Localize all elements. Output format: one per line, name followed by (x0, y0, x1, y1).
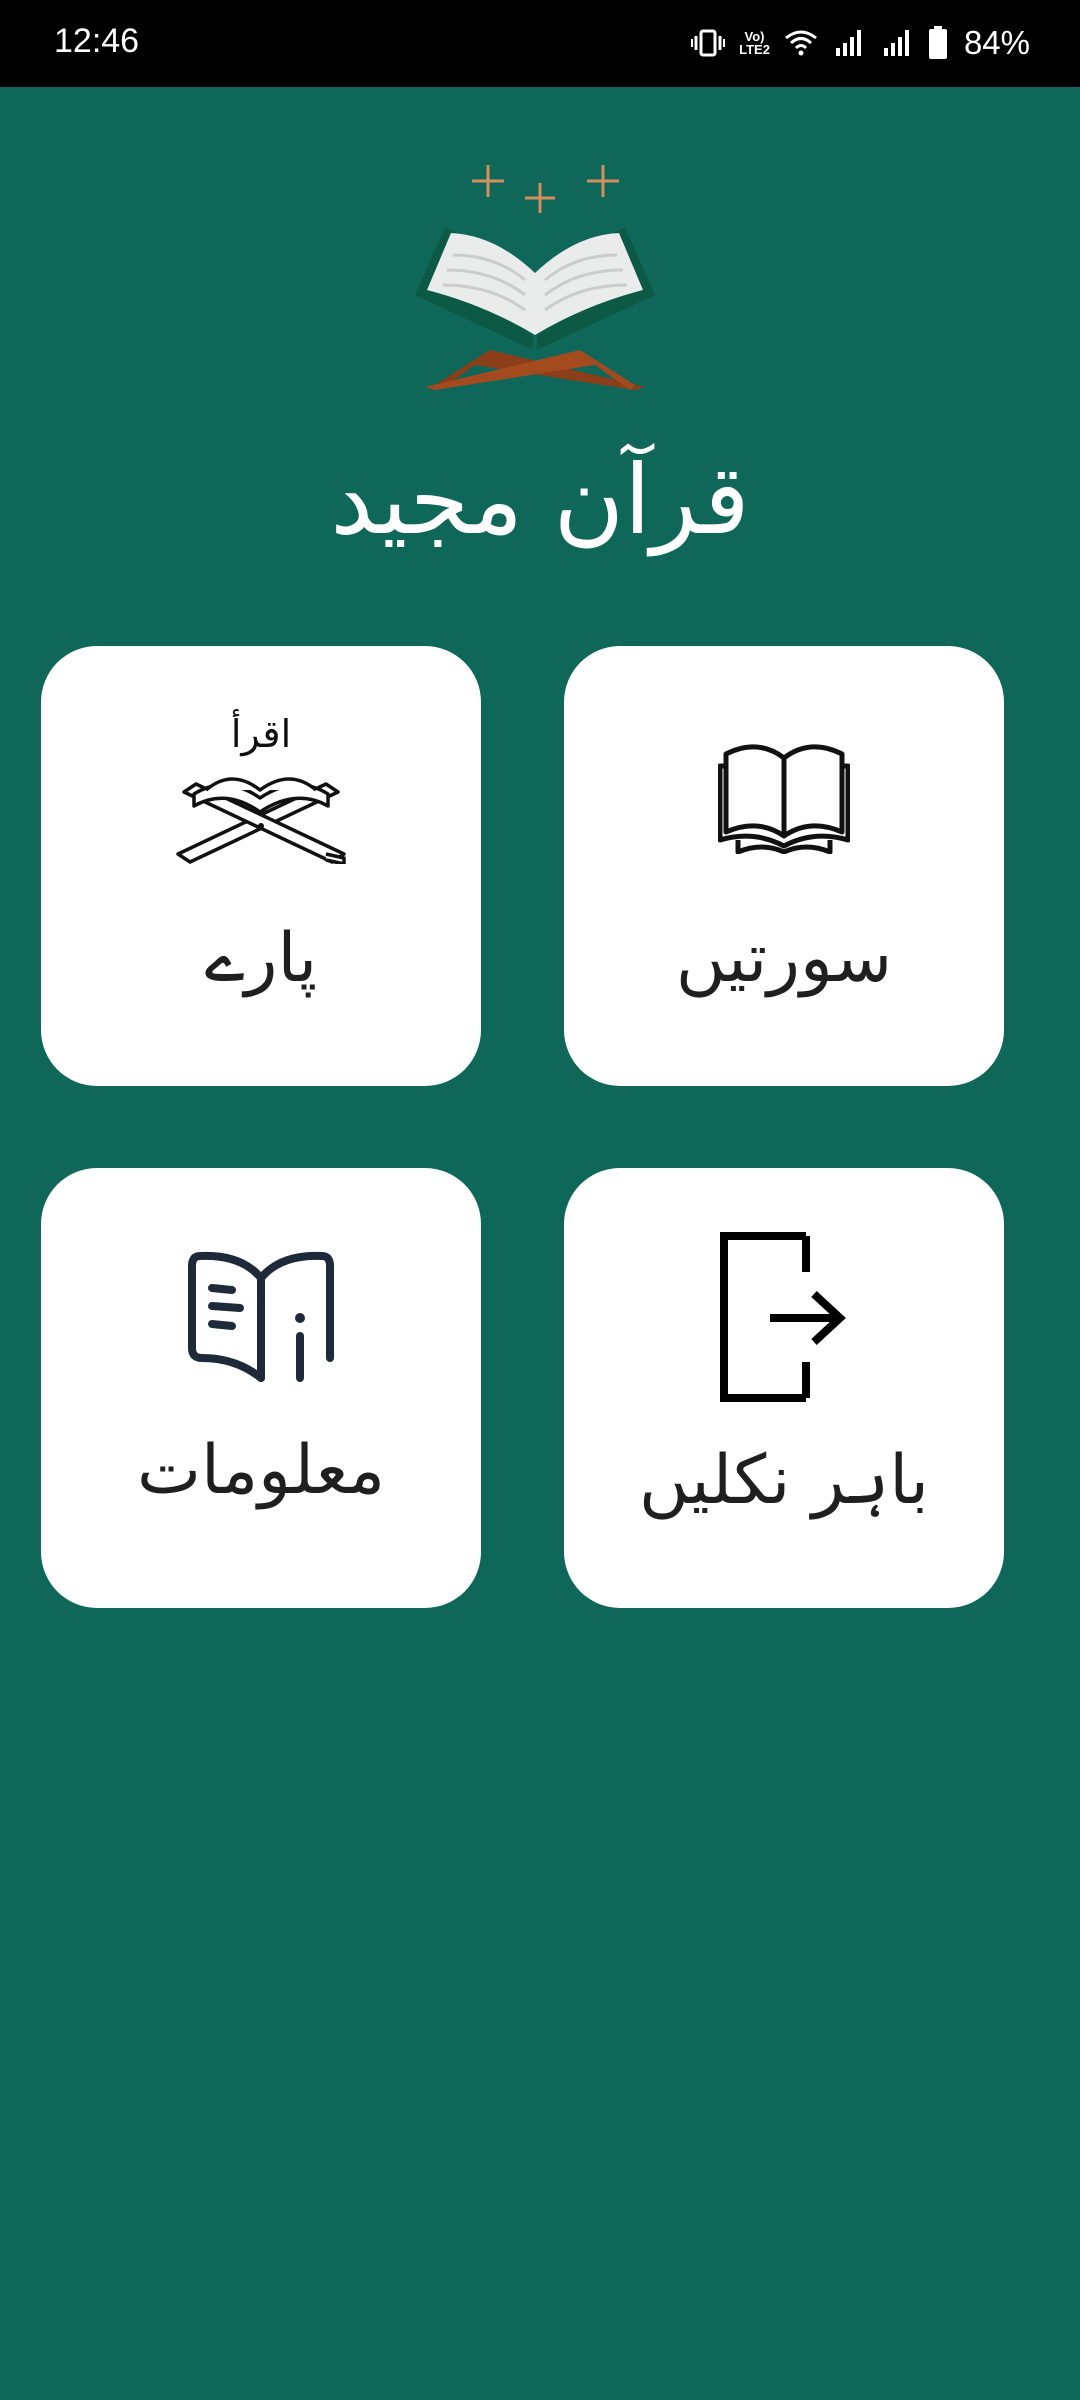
volte-icon: Vo) LTE2 (739, 29, 770, 57)
surahs-button[interactable]: سورتیں (564, 646, 1004, 1086)
paras-label: پارے (204, 919, 318, 998)
paras-button[interactable]: اقرأ پارے (41, 646, 481, 1086)
iqra-quran-stand-icon: اقرأ (41, 714, 481, 864)
quran-book-on-stand-icon (405, 155, 665, 405)
info-button[interactable]: معلومات (41, 1168, 481, 1608)
open-book-icon (564, 736, 1004, 854)
wifi-icon (784, 28, 818, 58)
exit-button[interactable]: باہر نکلیں (564, 1168, 1004, 1608)
info-book-icon (41, 1248, 481, 1388)
status-time: 12:46 (54, 22, 140, 60)
surahs-label: سورتیں (675, 919, 893, 998)
status-bar: 12:46 Vo) LTE2 84% (0, 0, 1080, 87)
signal-icon (832, 28, 866, 58)
status-icons: Vo) LTE2 84% (691, 18, 1030, 68)
exit-label: باہر نکلیں (639, 1441, 929, 1520)
signal-icon (880, 28, 914, 58)
iqra-text: اقرأ (230, 712, 292, 756)
exit-door-icon (564, 1232, 1004, 1402)
vibrate-icon (691, 28, 726, 58)
info-label: معلومات (136, 1431, 386, 1510)
battery-percent: 84% (963, 24, 1030, 61)
battery-icon (928, 26, 948, 60)
app-title: قرآن مجید (330, 444, 750, 556)
